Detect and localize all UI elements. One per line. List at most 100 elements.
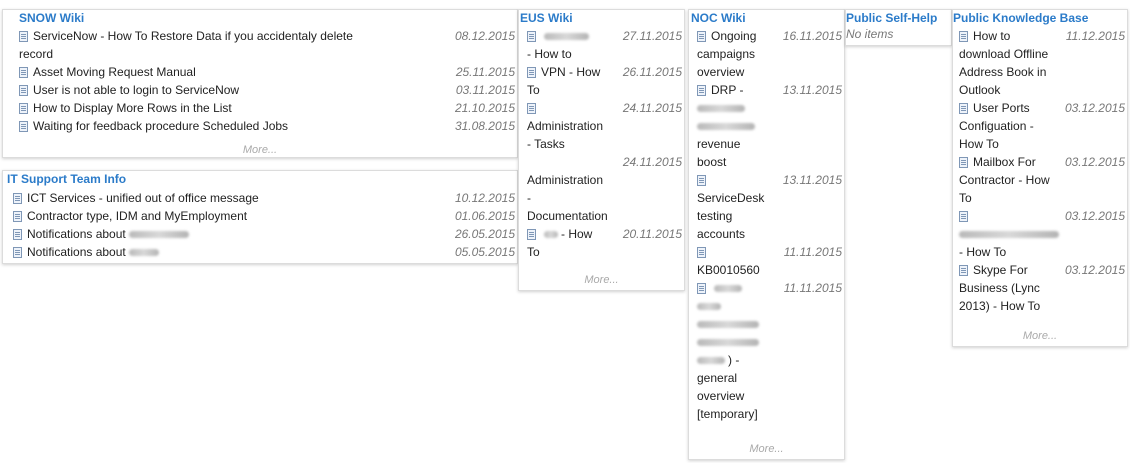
item-date: 16.11.2015 xyxy=(778,27,842,45)
item-date: 26.11.2015 xyxy=(618,63,682,81)
list-item[interactable]: VPN - How 26.11.2015 To xyxy=(527,63,682,99)
eus-more-link[interactable]: More... xyxy=(519,274,684,286)
list-item[interactable]: ServiceNow - How To Restore Data if you … xyxy=(19,27,515,63)
item-date: 11.12.2015 xyxy=(1061,27,1125,45)
list-item[interactable]: Skype For 03.12.2015 Business (Lync 2013) -… xyxy=(959,261,1125,315)
public-knowledge-base-panel: Public Knowledge Base How to 11.12.2015 do… xyxy=(952,9,1128,347)
eus-wiki-panel: EUS Wiki 27.11.2015- How to VPN - How 26.… xyxy=(518,9,685,291)
redacted-text xyxy=(959,231,1059,239)
redacted-text xyxy=(697,357,725,365)
noc-wiki-title[interactable]: NOC Wiki xyxy=(691,11,746,25)
list-item[interactable]: 24.11.2015 Administration - Documentation xyxy=(527,153,682,225)
document-icon xyxy=(19,67,28,78)
document-icon xyxy=(697,175,706,186)
redacted-text xyxy=(128,231,189,239)
list-item[interactable]: Asset Moving Request Manual 25.11.2015 xyxy=(19,63,515,81)
redacted-text xyxy=(128,249,159,257)
document-icon xyxy=(527,67,536,78)
public-knowledge-base-title[interactable]: Public Knowledge Base xyxy=(953,11,1088,25)
list-item[interactable]: 11.11.2015) - general overview [temporary] xyxy=(697,279,842,423)
public-knowledge-base-list: How to 11.12.2015 download Offline Address … xyxy=(959,27,1125,315)
it-support-panel: IT Support Team Info ICT Services - unif… xyxy=(2,170,518,264)
item-date: 24.11.2015 xyxy=(618,99,682,117)
document-icon xyxy=(959,211,968,222)
list-item[interactable]: User is not able to login to ServiceNow 0… xyxy=(19,81,515,99)
public-self-help-title[interactable]: Public Self-Help xyxy=(846,11,937,25)
document-icon xyxy=(697,85,706,96)
item-date: 03.12.2015 xyxy=(1060,261,1125,279)
document-icon xyxy=(13,247,22,258)
list-item[interactable]: Notifications about 05.05.2015 xyxy=(13,243,515,261)
snow-wiki-list: ServiceNow - How To Restore Data if you … xyxy=(19,27,515,135)
document-icon xyxy=(19,121,28,132)
document-icon xyxy=(13,193,22,204)
snow-more-link[interactable]: More... xyxy=(3,144,517,156)
redacted-text xyxy=(697,321,759,329)
item-date: 13.11.2015 xyxy=(778,81,842,99)
document-icon xyxy=(19,85,28,96)
list-item[interactable]: 27.11.2015- How to xyxy=(527,27,682,63)
document-icon xyxy=(19,31,28,42)
document-icon xyxy=(959,157,968,168)
document-icon xyxy=(13,211,22,222)
item-date: 08.12.2015 xyxy=(450,27,515,45)
document-icon xyxy=(19,103,28,114)
item-date: 27.11.2015 xyxy=(618,27,682,45)
list-item[interactable]: Contractor type, IDM and MyEmployment 01.… xyxy=(13,207,515,225)
item-date: 03.12.2015 xyxy=(1060,153,1125,171)
list-item[interactable]: How to Display More Rows in the List 21.1… xyxy=(19,99,515,117)
item-date: 31.08.2015 xyxy=(450,117,515,135)
document-icon xyxy=(13,229,22,240)
redacted-text xyxy=(697,123,755,131)
redacted-text xyxy=(697,105,745,113)
item-date: 26.05.2015 xyxy=(450,225,515,243)
document-icon xyxy=(959,103,968,114)
redacted-text xyxy=(697,303,721,311)
list-item[interactable]: Waiting for feedback procedure Scheduled… xyxy=(19,117,515,135)
list-item[interactable]: Mailbox For 03.12.2015 Contractor - How To xyxy=(959,153,1125,207)
list-item[interactable]: DRP -13.11.2015 revenue boost xyxy=(697,81,842,171)
it-support-list: ICT Services - unified out of office mes… xyxy=(13,189,515,261)
list-item[interactable]: 11.11.2015 KB0010560 xyxy=(697,243,842,279)
redacted-text xyxy=(544,33,589,41)
list-item[interactable]: Ongoing 16.11.2015 campaigns overview xyxy=(697,27,842,81)
snow-wiki-title[interactable]: SNOW Wiki xyxy=(19,11,84,25)
eus-wiki-list: 27.11.2015- How to VPN - How 26.11.2015 To… xyxy=(527,27,682,261)
it-support-title[interactable]: IT Support Team Info xyxy=(7,172,126,186)
item-date: 24.11.2015 xyxy=(618,153,682,171)
document-icon xyxy=(527,103,536,114)
document-icon xyxy=(697,31,706,42)
pkb-more-link[interactable]: More... xyxy=(953,330,1127,342)
document-icon xyxy=(697,283,706,294)
item-date: 10.12.2015 xyxy=(450,189,515,207)
document-icon xyxy=(959,265,968,276)
list-item[interactable]: - How 20.11.2015 To xyxy=(527,225,682,261)
item-date: 03.12.2015 xyxy=(1060,99,1125,117)
list-item[interactable]: User Ports 03.12.2015 Configuation - How To xyxy=(959,99,1125,153)
redacted-text xyxy=(544,231,558,239)
list-item[interactable]: How to 11.12.2015 download Offline Address … xyxy=(959,27,1125,99)
no-items-text: No items xyxy=(846,27,894,41)
noc-more-link[interactable]: More... xyxy=(689,443,844,455)
list-item[interactable]: ICT Services - unified out of office mes… xyxy=(13,189,515,207)
item-date: 03.11.2015 xyxy=(451,81,515,99)
item-date: 01.06.2015 xyxy=(450,207,515,225)
item-date: 03.12.2015 xyxy=(1060,207,1125,225)
list-item[interactable]: 13.11.2015 ServiceDesk testing accounts xyxy=(697,171,842,243)
redacted-text xyxy=(697,339,759,347)
document-icon xyxy=(959,31,968,42)
item-date: 25.11.2015 xyxy=(451,63,515,81)
document-icon xyxy=(697,247,706,258)
eus-wiki-title[interactable]: EUS Wiki xyxy=(520,11,573,25)
list-item[interactable]: 03.12.2015- How To xyxy=(959,207,1125,261)
item-date: 21.10.2015 xyxy=(450,99,515,117)
list-item[interactable]: Notifications about 26.05.2015 xyxy=(13,225,515,243)
item-date: 20.11.2015 xyxy=(618,225,682,243)
item-date: 05.05.2015 xyxy=(450,243,515,261)
snow-wiki-panel: SNOW Wiki ServiceNow - How To Restore Da… xyxy=(2,9,518,158)
list-item[interactable]: 24.11.2015 Administration - Tasks xyxy=(527,99,682,153)
noc-wiki-list: Ongoing 16.11.2015 campaigns overview DRP -… xyxy=(697,27,842,423)
item-date: 11.11.2015 xyxy=(779,279,842,297)
item-date: 13.11.2015 xyxy=(778,171,842,189)
document-icon xyxy=(527,31,536,42)
